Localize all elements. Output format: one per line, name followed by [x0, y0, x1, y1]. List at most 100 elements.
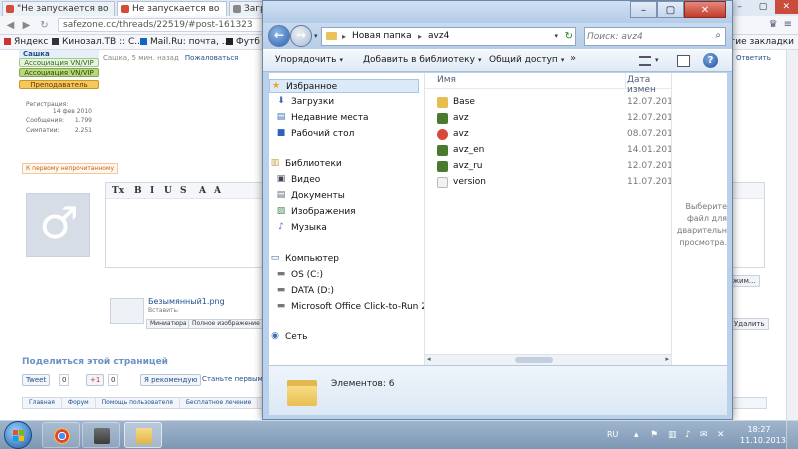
file-row[interactable]: Base 12.07.2013 1 — [433, 95, 687, 110]
tweet-button[interactable]: Tweet — [22, 374, 51, 386]
preview-pane-toggle-icon[interactable] — [677, 55, 690, 67]
breadcrumb-item[interactable]: Форум — [62, 398, 96, 408]
nav-label: Избранное — [286, 82, 338, 92]
volume-icon[interactable]: ♪ — [685, 430, 691, 440]
clock[interactable]: 18:27 11.10.2013 — [740, 424, 786, 446]
network-tray-icon[interactable]: ▥ — [668, 430, 677, 440]
file-row[interactable]: avz 08.07.2010 1 — [433, 127, 687, 142]
first-unread-button[interactable]: К первому непрочитанному — [22, 163, 119, 174]
file-row[interactable]: avz 12.07.2013 1 — [433, 111, 687, 126]
add-to-library-button[interactable]: Добавить в библиотеку ▾ — [363, 55, 481, 65]
close-button[interactable]: ✕ — [684, 1, 726, 18]
close-button[interactable]: ✕ — [774, 0, 798, 14]
fb-like-button[interactable]: Я рекомендую — [140, 374, 202, 386]
address-dropdown-icon[interactable]: ▾ — [554, 28, 558, 45]
browser-tab-1[interactable]: "Не запускается во — [2, 1, 115, 16]
horizontal-scrollbar[interactable]: ◂ ▸ — [425, 354, 671, 365]
action-center-icon[interactable]: ✉ — [700, 430, 708, 440]
dropdown-arrow-icon: ▾ — [560, 56, 565, 64]
browser-tab-2[interactable]: Не запускается во — [117, 1, 227, 16]
forward-arrow-icon[interactable]: → — [290, 25, 312, 47]
share-label: Общий доступ — [489, 55, 558, 65]
column-separator[interactable] — [625, 73, 626, 89]
column-name-header[interactable]: Имя — [437, 75, 456, 85]
file-row[interactable]: avz_ru 12.07.2013 1 — [433, 159, 687, 174]
reload-icon[interactable]: ↻ — [38, 19, 51, 32]
clear-format-icon[interactable]: Tx — [112, 186, 124, 196]
file-row[interactable]: version 11.07.2013 2 — [433, 175, 687, 190]
recent-places-icon: ▤ — [276, 112, 286, 122]
strike-icon[interactable]: S — [180, 186, 187, 196]
explorer-window-controls: – ▢ ✕ — [630, 1, 726, 18]
search-icon[interactable]: ⌕ — [715, 30, 721, 41]
page-scrollbar[interactable] — [786, 50, 798, 420]
breadcrumb-item[interactable]: Главная — [23, 398, 62, 408]
url-field[interactable]: safezone.cc/threads/22519/#post-161323 — [58, 18, 268, 32]
back-arrow-icon[interactable]: ← — [268, 25, 290, 47]
gplus-button[interactable]: +1 — [86, 374, 105, 386]
minimize-button[interactable]: – — [630, 1, 657, 18]
explorer-window: – ▢ ✕ ← → ▾ ▸ Новая папка ▸ avz4 ▾ ↻ ⌕ У… — [262, 0, 733, 420]
underline-icon[interactable]: U — [164, 186, 172, 196]
help-icon[interactable]: ? — [703, 53, 718, 68]
stat-label: Сообщения: — [26, 117, 65, 124]
start-button[interactable] — [4, 421, 32, 449]
share-with-button[interactable]: Общий доступ ▾ — [489, 55, 564, 65]
delete-attachment-button[interactable]: Удалить — [730, 318, 769, 330]
bookmark-yandex[interactable]: Яндекс — [4, 37, 48, 47]
preview-hint-line: файл для — [686, 214, 727, 223]
insert-thumbnail-button[interactable]: Миниатюра — [146, 319, 191, 329]
language-indicator[interactable]: RU — [607, 430, 618, 439]
bookmark-football[interactable]: Футб — [226, 37, 260, 47]
italic-icon[interactable]: I — [150, 186, 154, 196]
file-row[interactable]: avz_en 14.01.2011 1 — [433, 143, 687, 158]
address-crumb[interactable]: Новая папка — [352, 28, 412, 45]
forward-icon[interactable]: ▶ — [20, 19, 33, 32]
football-icon — [226, 38, 233, 45]
explorer-address-bar[interactable]: ▸ Новая папка ▸ avz4 ▾ ↻ — [321, 27, 576, 46]
view-dropdown-icon[interactable]: ▾ — [655, 56, 659, 64]
taskbar-explorer[interactable] — [124, 422, 162, 448]
explorer-titlebar[interactable]: – ▢ ✕ — [263, 1, 732, 23]
browser-tab-3[interactable]: Загр — [229, 1, 263, 16]
tray-expand-icon[interactable]: ▴ — [634, 430, 639, 440]
more-commands-button[interactable]: » — [570, 53, 576, 64]
chevron-right-icon[interactable]: ▸ — [418, 28, 422, 45]
address-crumb[interactable]: avz4 — [428, 28, 449, 45]
view-options-icon[interactable] — [639, 56, 651, 66]
column-date-header[interactable]: Дата измен — [627, 75, 671, 95]
back-icon[interactable]: ◀ — [4, 19, 17, 32]
recent-pages-dropdown-icon[interactable]: ▾ — [314, 32, 318, 40]
bookmark-mailru[interactable]: Mail.Ru: почта, ... — [140, 37, 230, 47]
bookmark-kinozal[interactable]: Кинозал.ТВ :: С... — [52, 37, 143, 47]
tab-label: "Не запускается во — [17, 4, 109, 14]
refresh-icon[interactable]: ↻ — [565, 28, 573, 45]
font-color-icon[interactable]: A — [199, 186, 206, 196]
insert-full-image-button[interactable]: Полное изображение — [188, 319, 264, 329]
maximize-button[interactable]: ▢ — [657, 1, 684, 18]
attachment-thumbnail[interactable] — [110, 298, 144, 324]
breadcrumb-item[interactable]: Бесплатное лечение — [180, 398, 259, 408]
power-icon[interactable]: ✕ — [717, 430, 725, 440]
breadcrumb-item[interactable]: Помощь пользователя — [96, 398, 180, 408]
scrollbar-thumb[interactable] — [515, 357, 553, 363]
report-link[interactable]: Пожаловаться — [185, 54, 239, 62]
menu-icon[interactable]: ≡ — [784, 18, 792, 32]
maximize-button[interactable]: ▢ — [751, 0, 774, 14]
bold-icon[interactable]: B — [134, 186, 142, 196]
male-avatar-icon: ♂ — [39, 198, 79, 249]
chevron-right-icon[interactable]: ▸ — [342, 28, 346, 45]
organize-button[interactable]: Упорядочить ▾ — [275, 55, 343, 65]
extension-icon[interactable]: ♛ — [769, 18, 778, 32]
font-size-icon[interactable]: A — [214, 186, 221, 196]
nav-favorites[interactable]: ★ Избранное — [269, 79, 419, 93]
show-desktop-button[interactable] — [786, 421, 798, 449]
scroll-right-icon[interactable]: ▸ — [665, 355, 669, 363]
scroll-left-icon[interactable]: ◂ — [427, 355, 431, 363]
taskbar-chrome[interactable] — [42, 422, 80, 448]
taskbar-world-of-tanks[interactable] — [82, 422, 120, 448]
attachment-name[interactable]: Безымянный1.png — [148, 297, 225, 306]
flag-icon[interactable]: ⚑ — [650, 430, 658, 440]
reply-link[interactable]: Ответить — [736, 54, 771, 62]
search-input[interactable] — [587, 29, 705, 44]
